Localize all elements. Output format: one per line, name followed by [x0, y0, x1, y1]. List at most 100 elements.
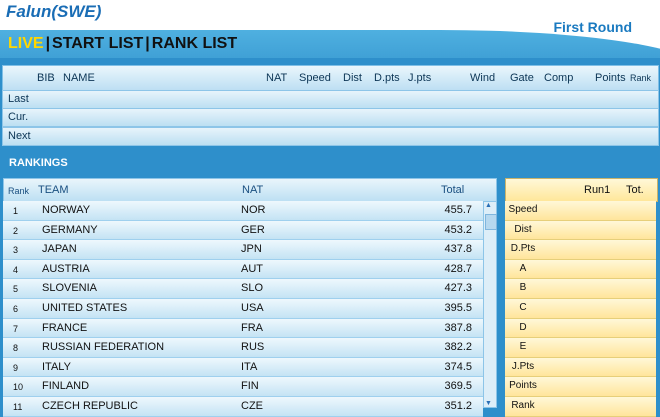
- team-cell: CZECH REPUBLIC: [42, 399, 138, 412]
- rank-cell: 4: [13, 264, 19, 275]
- rankings-list: 1 NORWAY NOR 455.7 2 GERMANY GER 453.2 3 JAPAN JPN…: [3, 201, 483, 417]
- team-cell: FINLAND: [42, 380, 90, 393]
- rank-cell: 11: [13, 401, 23, 412]
- details-header: Run1 Tot.: [505, 178, 658, 202]
- detail-row: D: [505, 318, 656, 339]
- detail-row: Dist: [505, 220, 656, 241]
- rank-cell: 7: [13, 323, 19, 334]
- table-row[interactable]: 5 SLOVENIA SLO 427.3: [3, 279, 483, 299]
- team-cell: JAPAN: [42, 243, 77, 256]
- rankings-header: Rank TEAM NAT Total: [3, 178, 497, 202]
- table-row[interactable]: 4 AUSTRIA AUT 428.7: [3, 259, 483, 280]
- live-row-last: Last: [2, 90, 659, 109]
- rank-cell: 2: [13, 225, 19, 236]
- header: Falun(SWE) First Round LIVE | START LIST | R…: [0, 0, 660, 58]
- team-cell: AUSTRIA: [42, 262, 90, 275]
- nat-cell: FIN: [241, 380, 259, 393]
- table-row[interactable]: 9 ITALY ITA 374.5: [3, 357, 483, 378]
- total-cell: 387.8: [444, 321, 472, 334]
- details-list: Speed Dist D.Pts A B C D E J.Pts Points Rank: [505, 201, 656, 417]
- scroll-down-icon[interactable]: ▼: [485, 400, 492, 407]
- detail-label: C: [519, 301, 527, 313]
- table-row[interactable]: 6 UNITED STATES USA 395.5: [3, 298, 483, 319]
- total-cell: 382.2: [444, 341, 472, 354]
- table-row[interactable]: 11 CZECH REPUBLIC CZE 351.2: [3, 396, 483, 417]
- tab-live[interactable]: LIVE: [8, 35, 44, 52]
- detail-row: B: [505, 279, 656, 299]
- col-comp: Comp: [544, 72, 574, 84]
- table-row[interactable]: 8 RUSSIAN FEDERATION RUS 382.2: [3, 338, 483, 358]
- team-cell: UNITED STATES: [42, 301, 128, 314]
- nat-cell: FRA: [241, 321, 263, 334]
- scroll-thumb[interactable]: [485, 214, 497, 230]
- detail-label: D: [519, 321, 527, 333]
- col-jpts: J.pts: [408, 72, 432, 84]
- rank-cell: 8: [13, 343, 19, 354]
- table-row[interactable]: 7 FRANCE FRA 387.8: [3, 318, 483, 339]
- detail-row: D.Pts: [505, 240, 656, 260]
- live-row-next: Next: [2, 127, 659, 146]
- detail-label: Speed: [508, 204, 538, 215]
- total-cell: 455.7: [444, 204, 472, 216]
- detail-label: A: [519, 262, 527, 274]
- detail-label: D.Pts: [510, 243, 536, 255]
- total-cell: 453.2: [444, 223, 472, 236]
- scroll-up-icon[interactable]: ▲: [485, 202, 492, 209]
- rank-cell: 1: [13, 206, 19, 216]
- nat-cell: USA: [241, 301, 264, 314]
- col-total: Total: [441, 184, 465, 196]
- rank-cell: 10: [13, 382, 24, 393]
- team-cell: GERMANY: [42, 223, 98, 236]
- tab-separator: |: [145, 35, 150, 52]
- nat-cell: GER: [241, 223, 265, 236]
- row-label: Cur.: [8, 111, 29, 123]
- total-cell: 351.2: [444, 399, 472, 412]
- detail-label: Points: [509, 380, 537, 392]
- nat-cell: JPN: [241, 243, 262, 256]
- detail-label: B: [519, 282, 527, 294]
- col-nat: NAT: [266, 72, 288, 84]
- detail-row: Rank: [505, 396, 656, 417]
- col-nat: NAT: [242, 184, 264, 196]
- live-table-header: BIB NAME NAT Speed Dist D.pts J.pts Wind…: [2, 65, 659, 91]
- col-dist: Dist: [343, 72, 362, 84]
- total-cell: 428.7: [444, 262, 472, 275]
- rank-cell: 6: [13, 303, 19, 314]
- live-row-current: Cur.: [2, 108, 659, 127]
- row-label: Next: [8, 130, 31, 142]
- team-cell: NORWAY: [42, 204, 91, 216]
- total-cell: 395.5: [444, 301, 472, 314]
- table-row[interactable]: 3 JAPAN JPN 437.8: [3, 240, 483, 260]
- tab-rank-list[interactable]: RANK LIST: [152, 35, 237, 52]
- venue-title: Falun(SWE): [6, 2, 102, 21]
- col-gate: Gate: [510, 72, 534, 84]
- col-run1: Run1: [584, 184, 611, 196]
- detail-row: Speed: [505, 201, 656, 221]
- col-total: Tot.: [626, 184, 644, 196]
- nat-cell: NOR: [241, 204, 266, 216]
- table-row[interactable]: 10 FINLAND FIN 369.5: [3, 377, 483, 397]
- total-cell: 437.8: [444, 243, 472, 256]
- detail-label: E: [519, 341, 527, 353]
- rank-cell: 5: [13, 284, 19, 295]
- col-speed: Speed: [299, 72, 331, 84]
- table-row[interactable]: 1 NORWAY NOR 455.7: [3, 201, 483, 221]
- total-cell: 369.5: [444, 380, 472, 393]
- detail-label: J.Pts: [511, 360, 535, 372]
- table-row[interactable]: 2 GERMANY GER 453.2: [3, 220, 483, 241]
- col-points: Points: [595, 72, 626, 84]
- col-dpts: D.pts: [374, 72, 400, 84]
- nat-cell: ITA: [241, 360, 258, 373]
- row-label: Last: [8, 93, 29, 105]
- tab-start-list[interactable]: START LIST: [52, 35, 143, 52]
- rankings-scrollbar[interactable]: ▲ ▼: [483, 201, 497, 408]
- detail-row: C: [505, 298, 656, 319]
- tab-bar: LIVE | START LIST | RANK LIST: [8, 35, 237, 53]
- total-cell: 374.5: [444, 360, 472, 373]
- rankings-title: RANKINGS: [9, 157, 68, 169]
- rank-cell: 3: [13, 245, 19, 256]
- col-rank: Rank: [630, 73, 652, 83]
- nat-cell: SLO: [241, 282, 264, 295]
- team-cell: FRANCE: [42, 321, 88, 334]
- detail-label: Dist: [514, 223, 532, 235]
